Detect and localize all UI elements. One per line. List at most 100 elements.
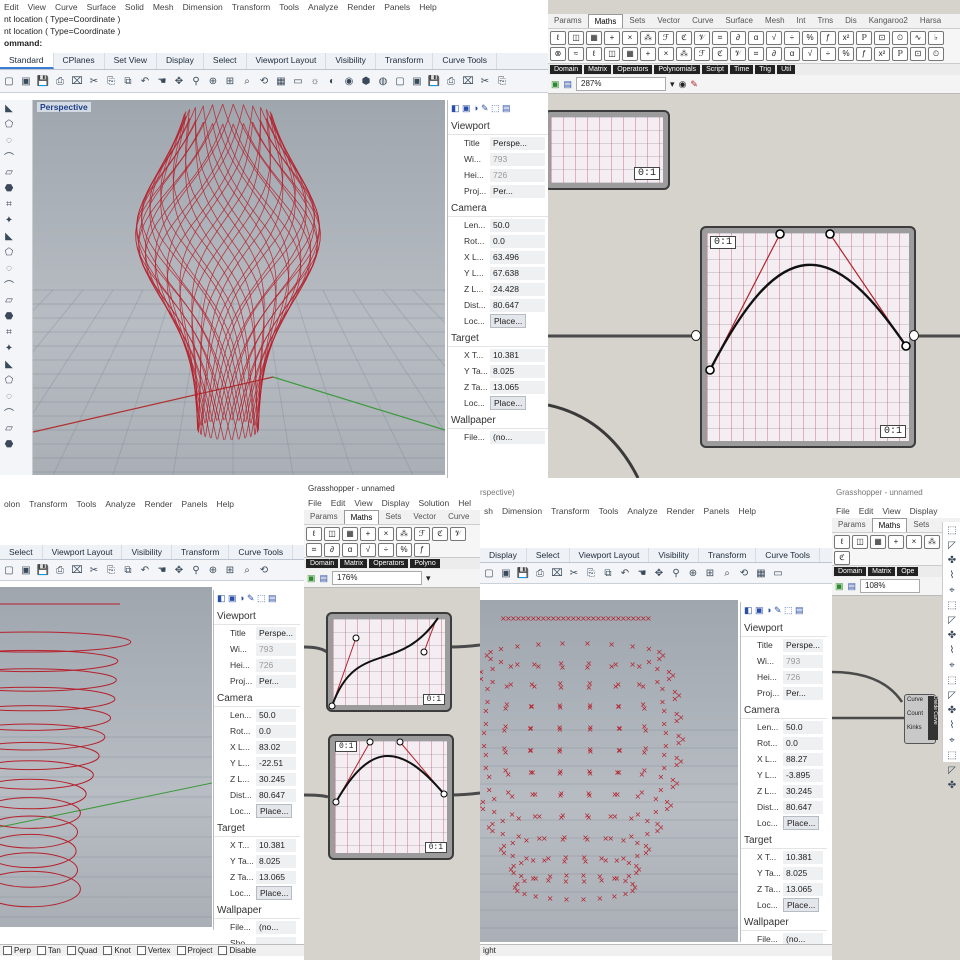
menu-item-1[interactable]: Edit <box>859 506 874 516</box>
property-value[interactable]: (no... <box>256 920 296 934</box>
toolbar-tab-3[interactable]: Display <box>157 53 204 69</box>
property-value[interactable]: 8.025 <box>490 364 545 378</box>
component-icon[interactable]: + <box>604 31 620 45</box>
property-value[interactable]: 13.065 <box>783 882 823 896</box>
toolbar-icon[interactable]: ⎘ <box>104 563 118 577</box>
component-icon[interactable]: % <box>802 31 818 45</box>
menu-item-1[interactable]: Transform <box>29 499 67 509</box>
component-tab-8[interactable]: Trns <box>811 14 839 28</box>
perspective-viewport[interactable]: × × × × × × × × × × × × × × × × × × × × × × × × × × × × × × × × × × × × × × × ×… <box>480 600 738 942</box>
component-category-0[interactable]: Domain <box>834 567 867 576</box>
menu-item-7[interactable]: Transform <box>232 2 270 12</box>
toolbar-icon[interactable]: ⎘ <box>584 566 598 580</box>
toolbar-icon[interactable]: ✂ <box>478 74 492 88</box>
component-icon[interactable]: α <box>342 543 358 557</box>
component-icon[interactable]: ⊡ <box>910 47 926 61</box>
osnap-toggle[interactable]: Quad <box>66 946 97 956</box>
graph-mapper-bezier[interactable]: 0:1 0:1 <box>328 734 454 860</box>
component-icon[interactable]: ℭ <box>834 551 850 565</box>
toolbar-icon[interactable]: ▦ <box>274 74 288 88</box>
toolbar-tab-1[interactable]: CPlanes <box>54 53 105 69</box>
property-value[interactable]: 80.647 <box>490 298 545 312</box>
menu-item-5[interactable]: Panels <box>181 499 207 509</box>
toolbar-tab-2[interactable]: Viewport Layout <box>570 548 650 562</box>
toolbar-icon[interactable]: ☼ <box>308 74 322 88</box>
component-icon[interactable]: % <box>396 543 412 557</box>
menu-item-5[interactable]: Mesh <box>153 2 174 12</box>
component-category-3[interactable]: Polynomials <box>654 65 701 74</box>
component-icon[interactable]: ⁂ <box>676 47 692 61</box>
menu-item-1[interactable]: Dimension <box>502 506 542 516</box>
property-value[interactable]: 10.381 <box>783 850 823 864</box>
toolbar-tab-4[interactable]: Curve Tools <box>229 545 294 559</box>
osnap-toggle[interactable]: Project <box>176 946 212 956</box>
zoom-field[interactable]: 287% <box>576 77 667 91</box>
component-tab-11[interactable]: Harsa <box>914 14 947 28</box>
menu-item-1[interactable]: Edit <box>331 498 346 508</box>
component-icon[interactable]: ℙ <box>892 47 908 61</box>
property-value[interactable]: -22.51 <box>256 756 296 770</box>
component-tab-2[interactable]: Sets <box>623 14 651 28</box>
toolbar-icon[interactable]: ⌧ <box>70 563 84 577</box>
component-icon[interactable]: ≈ <box>568 47 584 61</box>
perspective-viewport[interactable] <box>0 587 212 927</box>
toolbar-icon[interactable]: ⟲ <box>257 563 271 577</box>
component-icon[interactable]: ⏲ <box>892 31 908 45</box>
toolbar-tab-6[interactable]: Visibility <box>326 53 376 69</box>
component-tab-0[interactable]: Params <box>548 14 588 28</box>
component-icon[interactable]: ℓ <box>550 31 566 45</box>
checkbox[interactable] <box>136 946 146 956</box>
tool-icon[interactable]: ⬠ <box>2 245 16 259</box>
component-tab-1[interactable]: Maths <box>343 510 380 524</box>
component-icon[interactable]: + <box>360 527 376 541</box>
component-tab-1[interactable]: Maths <box>587 14 624 28</box>
tool-icon[interactable]: ⬣ <box>2 181 16 195</box>
menu-item-3[interactable]: Display <box>910 506 938 516</box>
sketch-icon[interactable]: ✎ <box>690 79 698 90</box>
component-icon[interactable]: ◫ <box>568 31 584 45</box>
open-file-icon[interactable]: ▣ <box>307 573 316 584</box>
component-icon[interactable]: √ <box>802 47 818 61</box>
menu-item-3[interactable]: Surface <box>87 2 116 12</box>
component-category-7[interactable]: Util <box>777 65 796 74</box>
toolbar-icon[interactable]: ⌕ <box>720 566 734 580</box>
component-icon[interactable]: ℭ <box>712 47 728 61</box>
component-icon[interactable]: ◫ <box>604 47 620 61</box>
toolbar-icon[interactable]: 💾 <box>36 563 50 577</box>
tool-icon[interactable]: ⌗ <box>2 325 16 339</box>
component-icon[interactable]: × <box>378 527 394 541</box>
toolbar-icon[interactable]: ↶ <box>138 74 152 88</box>
component-icon[interactable]: ♭ <box>928 31 944 45</box>
toolbar-icon[interactable]: ⟲ <box>257 74 271 88</box>
property-value[interactable]: 0.0 <box>490 234 545 248</box>
tool-icon[interactable]: ◣ <box>2 229 16 243</box>
checkbox[interactable] <box>66 946 76 956</box>
menu-item-2[interactable]: Transform <box>551 506 589 516</box>
toolbar-icon[interactable]: ↶ <box>618 566 632 580</box>
toolbar-icon[interactable]: ✂ <box>87 563 101 577</box>
component-icon[interactable]: ▦ <box>622 47 638 61</box>
tool-icon[interactable]: ⌖ <box>945 583 959 597</box>
toolbar-icon[interactable]: ⎘ <box>495 74 509 88</box>
tool-icon[interactable]: ✤ <box>945 553 959 567</box>
toolbar-icon[interactable]: ◉ <box>342 74 356 88</box>
component-tab-0[interactable]: Params <box>832 518 872 532</box>
graph-mapper-bezier[interactable]: 0:1 0:1 <box>700 226 916 448</box>
toolbar-icon[interactable]: ✥ <box>172 563 186 577</box>
toolbar-icon[interactable]: ☚ <box>635 566 649 580</box>
property-value[interactable]: 30.245 <box>256 772 296 786</box>
component-icon[interactable]: ⁂ <box>924 535 940 549</box>
command-prompt[interactable]: ommand: <box>4 37 544 49</box>
toolbar-icon[interactable]: ▣ <box>410 74 424 88</box>
property-value[interactable]: Per... <box>256 674 296 688</box>
tool-icon[interactable]: ⬚ <box>945 673 959 687</box>
property-value[interactable]: Per... <box>783 686 823 700</box>
component-icon[interactable]: ⁂ <box>640 31 656 45</box>
perspective-viewport[interactable]: Perspective <box>33 100 445 475</box>
property-value[interactable]: 793 <box>490 152 545 166</box>
property-value[interactable]: 13.065 <box>256 870 296 884</box>
menu-item-7[interactable]: Help <box>739 506 756 516</box>
property-value[interactable]: 50.0 <box>490 218 545 232</box>
toolbar-tab-5[interactable]: Viewport Layout <box>247 53 327 69</box>
menu-item-5[interactable]: Hel <box>458 498 471 508</box>
